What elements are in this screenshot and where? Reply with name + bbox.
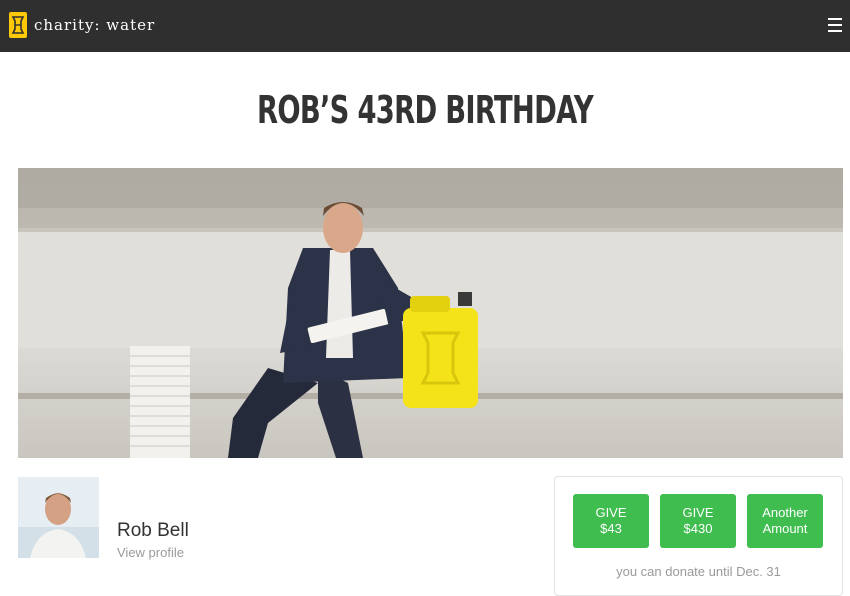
donation-deadline: you can donate until Dec. 31 (616, 564, 781, 579)
page-title: ROB’S 43RD BIRTHDAY (256, 88, 594, 132)
avatar[interactable] (18, 477, 99, 558)
give-43-amount: $43 (600, 521, 622, 536)
another-amount-line2: Amount (762, 521, 808, 536)
give-430-label: GIVE (682, 505, 714, 520)
profile-name: Rob Bell (117, 520, 189, 541)
another-amount-line1: Another (762, 505, 808, 520)
brand-logo-link[interactable]: charity: water (9, 12, 155, 38)
yellow-jerrycan (403, 292, 478, 408)
donate-panel: GIVE $43 GIVE $430 Another Amount you ca… (554, 476, 843, 596)
top-navbar: charity: water (0, 0, 850, 52)
jerrycan-logo-icon (9, 12, 27, 38)
give-43-button[interactable]: GIVE $43 (573, 494, 649, 548)
give-430-amount: $430 (683, 521, 713, 536)
brand-name: charity: water (34, 16, 156, 34)
hamburger-menu-icon[interactable] (828, 18, 842, 32)
book-stack (130, 346, 190, 458)
give-430-button[interactable]: GIVE $430 (660, 494, 736, 548)
hero-image (18, 168, 843, 458)
view-profile-link[interactable]: View profile (117, 545, 184, 560)
another-amount-button[interactable]: Another Amount (747, 494, 823, 548)
give-43-label: GIVE (595, 505, 627, 520)
